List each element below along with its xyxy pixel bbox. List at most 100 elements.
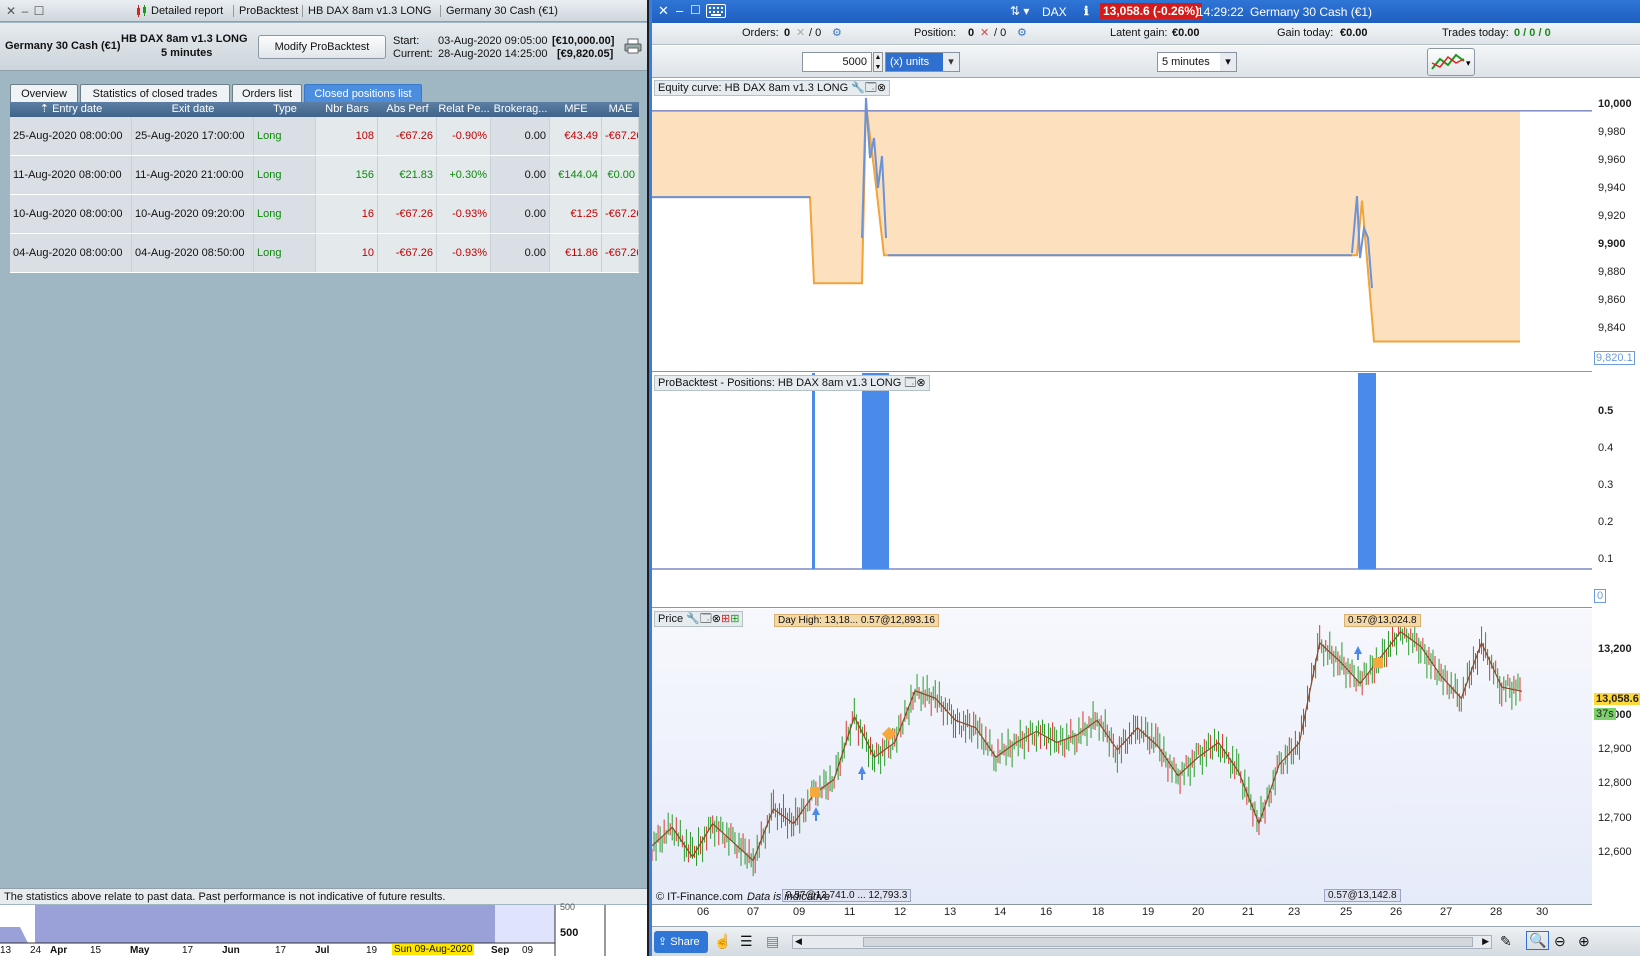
cell-entry: 10-Aug-2020 08:00:00: [10, 195, 132, 233]
maximize-icon[interactable]: ☐: [690, 3, 701, 17]
col-mfe[interactable]: MFE: [550, 102, 602, 117]
buy-icon[interactable]: ⊞: [721, 613, 730, 625]
x-tick: 12: [894, 906, 907, 918]
instrument-label: Germany 30 Cash (€1): [5, 40, 121, 52]
close-circle-icon[interactable]: ⊗: [877, 82, 886, 94]
tab-closed-positions[interactable]: Closed positions list: [304, 84, 422, 103]
print-icon[interactable]: [624, 38, 642, 54]
cancel-orders-icon[interactable]: ✕: [796, 26, 805, 39]
hand-cursor-icon[interactable]: ☝: [714, 933, 731, 950]
units-value: (x) units: [890, 56, 930, 68]
symbol-label[interactable]: DAX: [1042, 5, 1067, 19]
price-last-value: 13,058.6: [1594, 693, 1640, 705]
x-tick: 06: [697, 906, 710, 918]
closed-positions-table: ⇡ Entry date Exit date Type Nbr Bars Abs…: [10, 102, 639, 874]
col-entry-date[interactable]: ⇡ Entry date: [10, 102, 132, 117]
timeframe-select[interactable]: 5 minutes ▾: [1157, 52, 1237, 72]
mini-navigator-chart[interactable]: 500 500 13 24 Apr 15 May 17 Jun 17 Jul 1…: [0, 902, 647, 956]
zoom-in-icon[interactable]: ⊕: [1578, 933, 1590, 950]
cell-bars: 16: [316, 195, 378, 233]
latent-value: €0.00: [1172, 27, 1200, 39]
close-circle-icon[interactable]: ⊗: [712, 613, 721, 625]
window-icon[interactable]: 🗔: [700, 613, 712, 625]
x-tick: 18: [1092, 906, 1105, 918]
mini-label: 15: [90, 945, 102, 956]
position-value: 0: [968, 27, 975, 39]
mini-label: May: [130, 945, 150, 956]
x-tick: 19: [1142, 906, 1155, 918]
info-icon[interactable]: ℹ: [1084, 4, 1089, 18]
maximize-icon[interactable]: ☐: [32, 4, 46, 18]
share-icon: ⇪: [658, 936, 668, 948]
minimize-icon[interactable]: –: [18, 4, 32, 18]
position-settings-icon[interactable]: ⚙: [1017, 26, 1027, 39]
equity-tick: 9,860: [1598, 294, 1626, 306]
share-button[interactable]: ⇪ Share: [654, 931, 708, 953]
close-position-icon[interactable]: ✕: [980, 26, 989, 39]
trades-today-value: 0 / 0 / 0: [1514, 27, 1551, 39]
mini-label: 13: [0, 945, 12, 956]
mini-label: Sep: [491, 945, 510, 956]
gain-today-label: Gain today:: [1277, 27, 1334, 39]
equity-y-axis: 10,000 9,980 9,960 9,940 9,920 9,900 9,8…: [1592, 78, 1640, 372]
cell-bars: 10: [316, 234, 378, 272]
bars-icon[interactable]: ▤: [766, 933, 779, 950]
positions-panel[interactable]: ProBacktest - Positions: HB DAX 8am v1.3…: [652, 373, 1592, 608]
col-type[interactable]: Type: [254, 102, 316, 117]
price-panel[interactable]: Price 🔧🗔⊗⊞⊞ Day High: 13,18... 0.57@12,8…: [652, 609, 1592, 905]
table-row[interactable]: 04-Aug-2020 08:00:00 04-Aug-2020 08:50:00…: [10, 234, 639, 273]
table-row[interactable]: 25-Aug-2020 08:00:00 25-Aug-2020 17:00:00…: [10, 117, 639, 156]
wrench-icon[interactable]: 🔧: [851, 82, 865, 94]
scrollbar-thumb[interactable]: [863, 937, 1473, 947]
col-exit-date[interactable]: Exit date: [132, 102, 254, 117]
col-nbr-bars[interactable]: Nbr Bars: [316, 102, 378, 117]
positions-tick: 0.3: [1598, 479, 1614, 491]
wrench-icon[interactable]: 🔧: [686, 613, 700, 625]
x-tick: 16: [1040, 906, 1053, 918]
quantity-stepper[interactable]: ▲ ▼: [873, 52, 883, 72]
chart-tool-icon[interactable]: ✎: [1500, 933, 1512, 950]
cell-rel: -0.93%: [437, 234, 491, 272]
data-note: Data is indicative: [747, 891, 831, 903]
close-icon[interactable]: ✕: [658, 3, 669, 19]
tab-overview[interactable]: Overview: [10, 84, 78, 103]
close-icon[interactable]: ✕: [4, 4, 18, 18]
window-icon[interactable]: 🗔: [865, 82, 877, 94]
price-tick: 12,700: [1598, 812, 1632, 824]
share-label: Share: [670, 936, 700, 948]
keyboard-icon[interactable]: [706, 4, 726, 18]
chart-scrollbar[interactable]: ◀ ▶: [792, 935, 1492, 949]
table-row[interactable]: 10-Aug-2020 08:00:00 10-Aug-2020 09:20:00…: [10, 195, 639, 234]
modify-probacktest-button[interactable]: Modify ProBacktest: [258, 35, 386, 59]
quantity-input[interactable]: 5000: [802, 52, 872, 72]
col-mae[interactable]: MAE: [602, 102, 639, 117]
col-relat-perf[interactable]: Relat Pe...: [437, 102, 491, 117]
tab-statistics[interactable]: Statistics of closed trades: [80, 84, 230, 103]
instrument-selector-icon[interactable]: ⇅ ▾: [1010, 4, 1029, 18]
sell-icon[interactable]: ⊞: [730, 613, 739, 625]
equity-curve-panel[interactable]: Equity curve: HB DAX 8am v1.3 LONG 🔧🗔⊗: [652, 78, 1592, 372]
x-tick: 07: [747, 906, 760, 918]
minimize-icon[interactable]: –: [676, 3, 683, 18]
price-tick: 12,600: [1598, 846, 1632, 858]
zoom-out-icon[interactable]: ⊖: [1554, 933, 1566, 950]
tab-orders-list[interactable]: Orders list: [232, 84, 302, 103]
scroll-left-icon[interactable]: ◀: [795, 936, 802, 947]
col-abs-perf[interactable]: Abs Perf: [378, 102, 437, 117]
chart-style-icon[interactable]: ▾: [1427, 48, 1475, 76]
table-row[interactable]: 11-Aug-2020 08:00:00 11-Aug-2020 21:00:00…: [10, 156, 639, 195]
cell-brok: 0.00: [491, 234, 550, 272]
col-brokerage[interactable]: Brokerag...: [491, 102, 550, 117]
list-icon[interactable]: ☰: [740, 933, 753, 950]
window-icon[interactable]: 🗔: [904, 377, 916, 389]
zoom-select-icon[interactable]: 🔍: [1526, 931, 1550, 950]
price-tick: 12,900: [1598, 743, 1632, 755]
clock-time: 14:29:22: [1197, 5, 1244, 19]
scroll-right-icon[interactable]: ▶: [1482, 936, 1489, 947]
x-tick: 09: [793, 906, 806, 918]
close-circle-icon[interactable]: ⊗: [916, 377, 925, 389]
title-probacktest: ProBacktest: [233, 5, 298, 17]
orders-settings-icon[interactable]: ⚙: [832, 26, 842, 39]
units-select[interactable]: (x) units ▾: [885, 52, 960, 72]
cell-exit: 11-Aug-2020 21:00:00: [132, 156, 254, 194]
